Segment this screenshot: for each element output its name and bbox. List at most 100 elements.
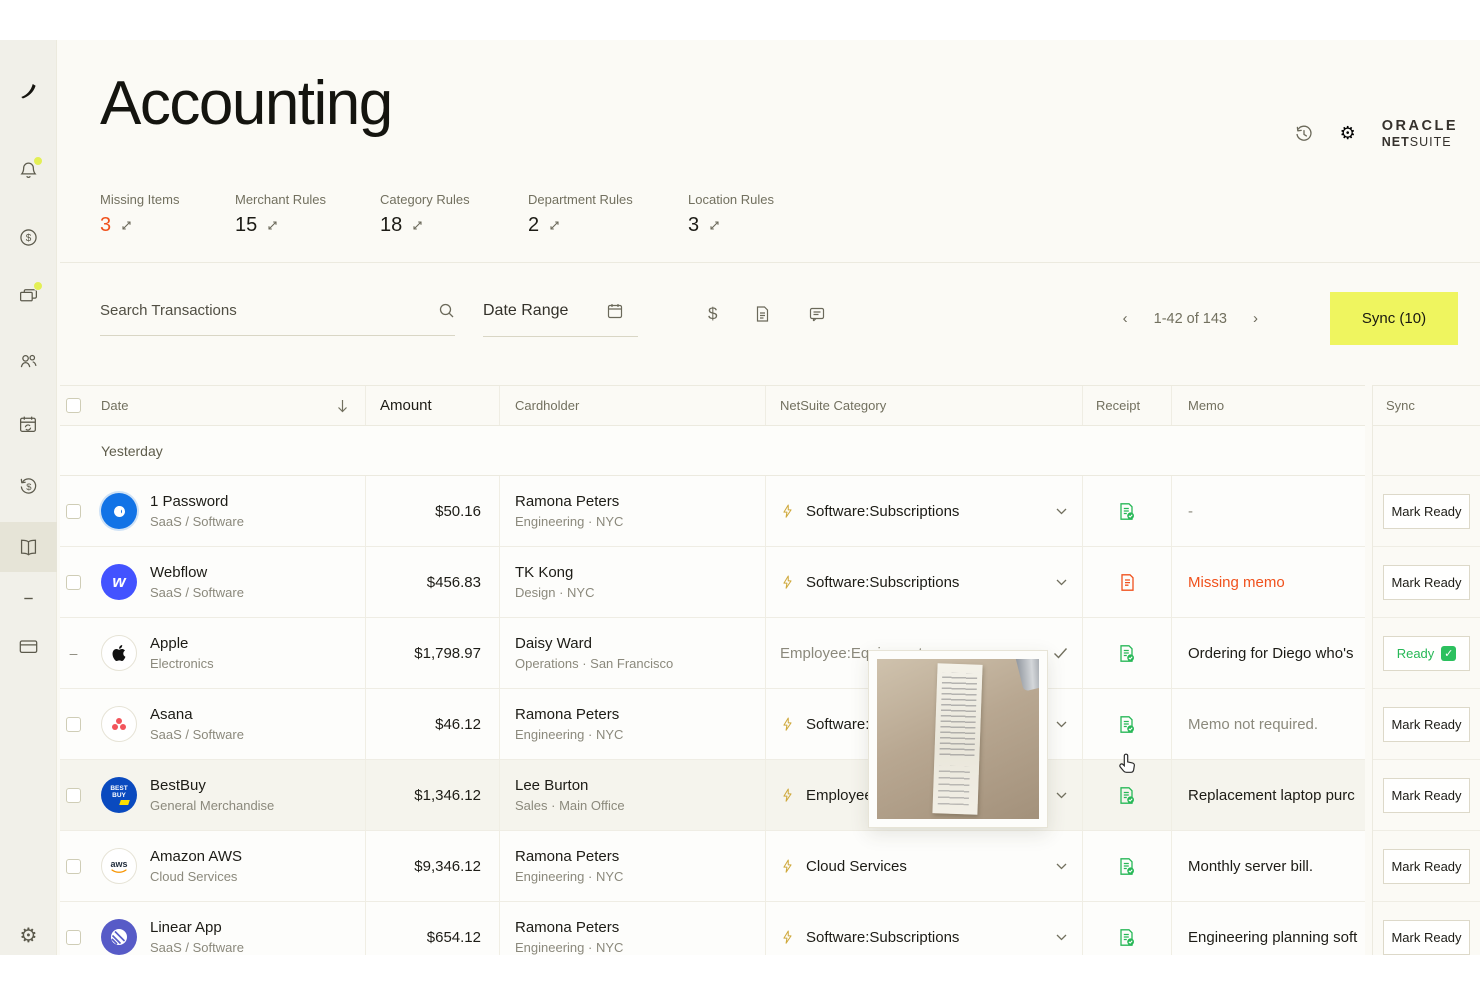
- auto-categorized-bolt-icon: [780, 716, 795, 732]
- transaction-row[interactable]: 1 PasswordSaaS / Software$50.16Ramona Pe…: [60, 476, 1365, 547]
- amount-cell: $1,798.97: [366, 618, 500, 688]
- sidebar-item-collapse-dash[interactable]: [0, 573, 57, 623]
- history-icon[interactable]: [1294, 124, 1314, 144]
- row-checkbox[interactable]: [66, 575, 81, 590]
- sidebar-item-reimbursement-refresh-dollar[interactable]: $: [0, 461, 57, 511]
- column-header-amount[interactable]: Amount: [366, 386, 500, 425]
- expand-icon[interactable]: [120, 219, 133, 232]
- filter-icons: $: [708, 304, 826, 324]
- receipt-cell: [1083, 476, 1172, 546]
- mark-ready-button[interactable]: Mark Ready: [1383, 778, 1470, 813]
- merchant-category: Cloud Services: [150, 869, 242, 884]
- transaction-row[interactable]: wWebflowSaaS / Software$456.83TK KongDes…: [60, 547, 1365, 618]
- netsuite-logo: ORACLE NETSUITE: [1382, 118, 1458, 149]
- transaction-row[interactable]: AsanaSaaS / Software$46.12Ramona PetersE…: [60, 689, 1365, 760]
- receipt-alert-icon[interactable]: [1119, 573, 1136, 592]
- row-checkbox[interactable]: [66, 788, 81, 803]
- expand-icon[interactable]: [411, 219, 424, 232]
- receipt-ok-icon[interactable]: [1118, 928, 1136, 947]
- chevron-down-icon: [1055, 791, 1068, 800]
- transaction-row[interactable]: awsAmazon AWSCloud Services$9,346.12Ramo…: [60, 831, 1365, 902]
- transaction-row[interactable]: Linear AppSaaS / Software$654.12Ramona P…: [60, 902, 1365, 955]
- category-select[interactable]: Cloud Services: [766, 831, 1083, 901]
- mark-ready-button[interactable]: Mark Ready: [1383, 565, 1470, 600]
- sidebar-item-settings-gear[interactable]: ⚙: [0, 911, 57, 955]
- cardholder-dept: Engineering · NYC: [515, 514, 623, 529]
- date-range-filter[interactable]: Date Range: [483, 302, 638, 337]
- merchant-cell: AppleElectronics: [87, 618, 366, 688]
- ready-button[interactable]: Ready ✓: [1383, 636, 1470, 671]
- receipt-ok-icon[interactable]: [1118, 644, 1136, 663]
- category-select[interactable]: Software:Subscriptions: [766, 902, 1083, 955]
- ready-label: Ready: [1397, 646, 1435, 661]
- table-header: Date Amount Cardholder NetSuite Category…: [60, 386, 1365, 426]
- sidebar-item-accounting-book[interactable]: [0, 522, 57, 572]
- sidebar-item-ramp-logo[interactable]: [0, 66, 57, 116]
- receipt-filter-icon[interactable]: [754, 305, 771, 323]
- memo-cell[interactable]: Monthly server bill.: [1172, 831, 1365, 901]
- row-checkbox[interactable]: [66, 504, 81, 519]
- sidebar-item-notifications-bell[interactable]: [0, 145, 57, 195]
- mark-ready-button[interactable]: Mark Ready: [1383, 494, 1470, 529]
- sidebar-item-card[interactable]: [0, 621, 57, 671]
- sync-cell: Mark Ready: [1373, 689, 1480, 760]
- memo-cell[interactable]: Missing memo: [1172, 547, 1365, 617]
- memo-cell[interactable]: -: [1172, 476, 1365, 546]
- mark-ready-button[interactable]: Mark Ready: [1383, 920, 1470, 955]
- mark-ready-button[interactable]: Mark Ready: [1383, 707, 1470, 742]
- transaction-row[interactable]: BESTBUYBestBuyGeneral Merchandise$1,346.…: [60, 760, 1365, 831]
- stat-label: Department Rules: [528, 192, 688, 207]
- category-select[interactable]: Software:Subscriptions: [766, 476, 1083, 546]
- memo-filter-icon[interactable]: [808, 306, 826, 323]
- memo-cell[interactable]: Replacement laptop purc: [1172, 760, 1365, 830]
- receipt-ok-icon[interactable]: [1118, 502, 1136, 521]
- row-checkbox[interactable]: [66, 717, 81, 732]
- prev-page-button[interactable]: ‹: [1123, 310, 1128, 327]
- memo-cell[interactable]: Memo not required.: [1172, 689, 1365, 759]
- column-header-cardholder[interactable]: Cardholder: [500, 386, 766, 425]
- category-select[interactable]: Software:Subscriptions: [766, 547, 1083, 617]
- merchant-name: Webflow: [150, 564, 244, 581]
- mark-ready-button[interactable]: Mark Ready: [1383, 849, 1470, 884]
- transaction-row[interactable]: –AppleElectronics$1,798.97Daisy WardOper…: [60, 618, 1365, 689]
- sidebar-item-people[interactable]: [0, 336, 57, 386]
- receipt-ok-icon[interactable]: [1118, 715, 1136, 734]
- expand-icon[interactable]: [548, 219, 561, 232]
- settings-icon[interactable]: ⚙: [1340, 125, 1356, 143]
- calendar-sync-icon: [18, 414, 39, 435]
- select-all-checkbox[interactable]: [66, 398, 81, 413]
- memo-cell[interactable]: Engineering planning soft: [1172, 902, 1365, 955]
- expand-icon[interactable]: [266, 219, 279, 232]
- sidebar-item-calendar-sync[interactable]: [0, 399, 57, 449]
- sidebar-item-cards-stack[interactable]: [0, 270, 57, 320]
- column-header-category[interactable]: NetSuite Category: [766, 386, 1083, 425]
- ready-check-icon: ✓: [1441, 646, 1456, 661]
- receipt-ok-icon[interactable]: [1118, 857, 1136, 876]
- card-icon: [18, 636, 39, 657]
- cardholder-dept: Operations · San Francisco: [515, 656, 673, 671]
- expand-icon[interactable]: [708, 219, 721, 232]
- merchant-category: SaaS / Software: [150, 727, 244, 742]
- sync-button[interactable]: Sync (10): [1330, 292, 1458, 345]
- search-input[interactable]: Search Transactions: [100, 302, 455, 336]
- auto-categorized-bolt-icon: [780, 858, 795, 874]
- merchant: AppleElectronics: [101, 635, 214, 671]
- next-page-button[interactable]: ›: [1253, 310, 1258, 327]
- merchant-cell: Linear AppSaaS / Software: [87, 902, 366, 955]
- memo-cell[interactable]: Ordering for Diego who's: [1172, 618, 1365, 688]
- sidebar-item-dollar-circle[interactable]: $: [0, 212, 57, 262]
- column-header-receipt[interactable]: Receipt: [1083, 386, 1172, 425]
- row-checkbox[interactable]: [66, 859, 81, 874]
- onepassword-logo: [101, 493, 137, 529]
- receipt-cell: [1083, 689, 1172, 759]
- merchant-text: AsanaSaaS / Software: [150, 706, 244, 742]
- row-checkbox[interactable]: [66, 930, 81, 945]
- merchant: BESTBUYBestBuyGeneral Merchandise: [101, 777, 274, 813]
- merchant-cell: awsAmazon AWSCloud Services: [87, 831, 366, 901]
- amount-filter-icon[interactable]: $: [708, 304, 717, 324]
- receipt-ok-icon[interactable]: [1118, 786, 1136, 805]
- merchant-name: Amazon AWS: [150, 848, 242, 865]
- cardholder-cell: Ramona PetersEngineering · NYC: [500, 902, 766, 955]
- column-header-memo[interactable]: Memo: [1172, 386, 1365, 425]
- column-header-date[interactable]: Date: [87, 386, 366, 425]
